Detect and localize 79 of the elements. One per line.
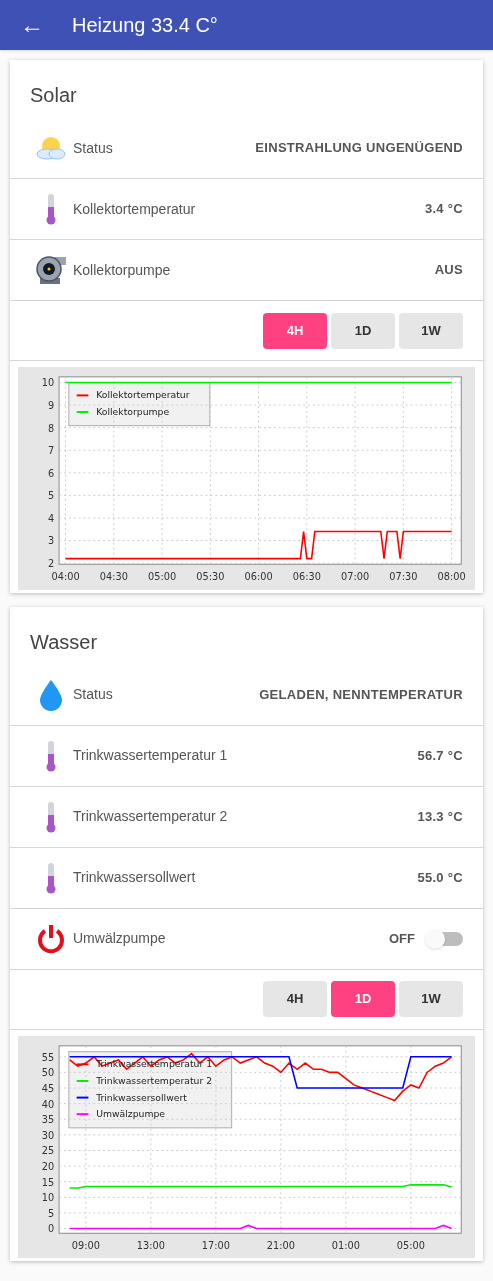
x-tick-label: 07:30 [389, 570, 418, 582]
y-tick-label: 2 [48, 558, 55, 570]
thermometer-icon [44, 861, 57, 894]
thermometer-icon [44, 800, 57, 833]
row-value: AUS [434, 261, 463, 280]
back-button[interactable]: ← [20, 13, 44, 37]
row-label: Trinkwassertemperatur 2 [73, 807, 229, 827]
row-label: Kollektorpumpe [73, 260, 172, 280]
row-label: Kollektortemperatur [73, 199, 197, 219]
range-button[interactable]: 1D [331, 312, 395, 349]
legend-swatch [75, 1063, 90, 1066]
y-tick-label: 35 [41, 1113, 55, 1125]
x-tick-label: 06:00 [244, 570, 273, 582]
legend-label: Trinkwassertemperatur 2 [96, 1074, 213, 1086]
row-label: Trinkwassertemperatur 1 [73, 746, 229, 766]
row-value: OFF [389, 930, 415, 948]
y-tick-label: 5 [48, 1207, 55, 1219]
x-tick-label: 06:30 [292, 570, 321, 582]
card-title: Solar [30, 84, 77, 106]
x-tick-label: 05:30 [196, 570, 225, 582]
x-tick-label: 04:00 [51, 570, 80, 582]
x-tick-label: 04:30 [99, 570, 128, 582]
row-label: Trinkwassersollwert [73, 868, 197, 888]
legend-swatch [75, 1079, 90, 1082]
y-tick-label: 3 [48, 535, 55, 547]
row-label: Status [73, 138, 114, 158]
y-tick-label: 10 [41, 377, 55, 389]
y-tick-label: 8 [48, 422, 55, 434]
range-button[interactable]: 4H [263, 981, 327, 1018]
x-tick-label: 07:00 [341, 570, 370, 582]
x-tick-label: 09:00 [71, 1239, 100, 1251]
legend-swatch [75, 394, 90, 397]
thermometer-icon [44, 193, 57, 225]
y-tick-label: 55 [41, 1051, 55, 1063]
row-value: 3.4 °C [424, 200, 463, 219]
row-label: Umwälzpumpe [73, 929, 167, 949]
legend-label: Kollektortemperatur [96, 389, 190, 401]
y-tick-label: 9 [48, 400, 55, 411]
sun-cloud-icon [34, 135, 67, 161]
x-tick-label: 05:00 [148, 570, 177, 582]
y-tick-label: 25 [41, 1145, 55, 1157]
range-button[interactable]: 1W [399, 981, 463, 1018]
x-tick-label: 13:00 [136, 1239, 165, 1251]
legend-swatch [75, 1112, 90, 1115]
row-value: 13.3 °C [417, 808, 463, 826]
x-tick-label: 01:00 [331, 1239, 360, 1251]
legend-label: Umwälzpumpe [96, 1107, 166, 1119]
app-title: Heizung 33.4 C° [72, 13, 218, 38]
row-value: 55.0 °C [417, 869, 463, 887]
y-tick-label: 20 [41, 1160, 55, 1172]
pump-icon [33, 254, 68, 286]
row-label: Status [73, 685, 114, 705]
x-tick-label: 08:00 [437, 570, 466, 582]
y-tick-label: 5 [48, 490, 55, 502]
x-tick-label: 17:00 [201, 1239, 230, 1251]
x-tick-label: 21:00 [266, 1239, 295, 1251]
power-icon [35, 923, 66, 954]
y-tick-label: 6 [48, 467, 55, 479]
card-title: Wasser [30, 630, 98, 653]
row-value: GELADEN, NENNTEMPERATUR [259, 686, 463, 704]
row-value: 56.7 °C [417, 747, 463, 765]
y-tick-label: 30 [41, 1129, 55, 1141]
y-tick-label: 45 [41, 1082, 55, 1094]
y-tick-label: 50 [41, 1067, 55, 1079]
thermometer-icon [44, 739, 57, 772]
legend-swatch [75, 1096, 90, 1099]
x-tick-label: 05:00 [396, 1239, 425, 1251]
y-tick-label: 0 [48, 1223, 55, 1235]
y-tick-label: 4 [48, 512, 55, 524]
range-button[interactable]: 1W [399, 312, 463, 349]
row-value: EINSTRAHLUNG UNGENÜGEND [255, 139, 463, 158]
y-tick-label: 15 [41, 1176, 55, 1188]
legend-label: Trinkwassersollwert [96, 1091, 187, 1103]
toggle-switch[interactable] [427, 931, 463, 946]
legend-label: Kollektorpumpe [96, 405, 170, 417]
water-drop-icon [38, 678, 63, 711]
y-tick-label: 40 [41, 1098, 55, 1110]
y-tick-label: 7 [48, 445, 55, 457]
y-tick-label: 10 [41, 1192, 55, 1203]
